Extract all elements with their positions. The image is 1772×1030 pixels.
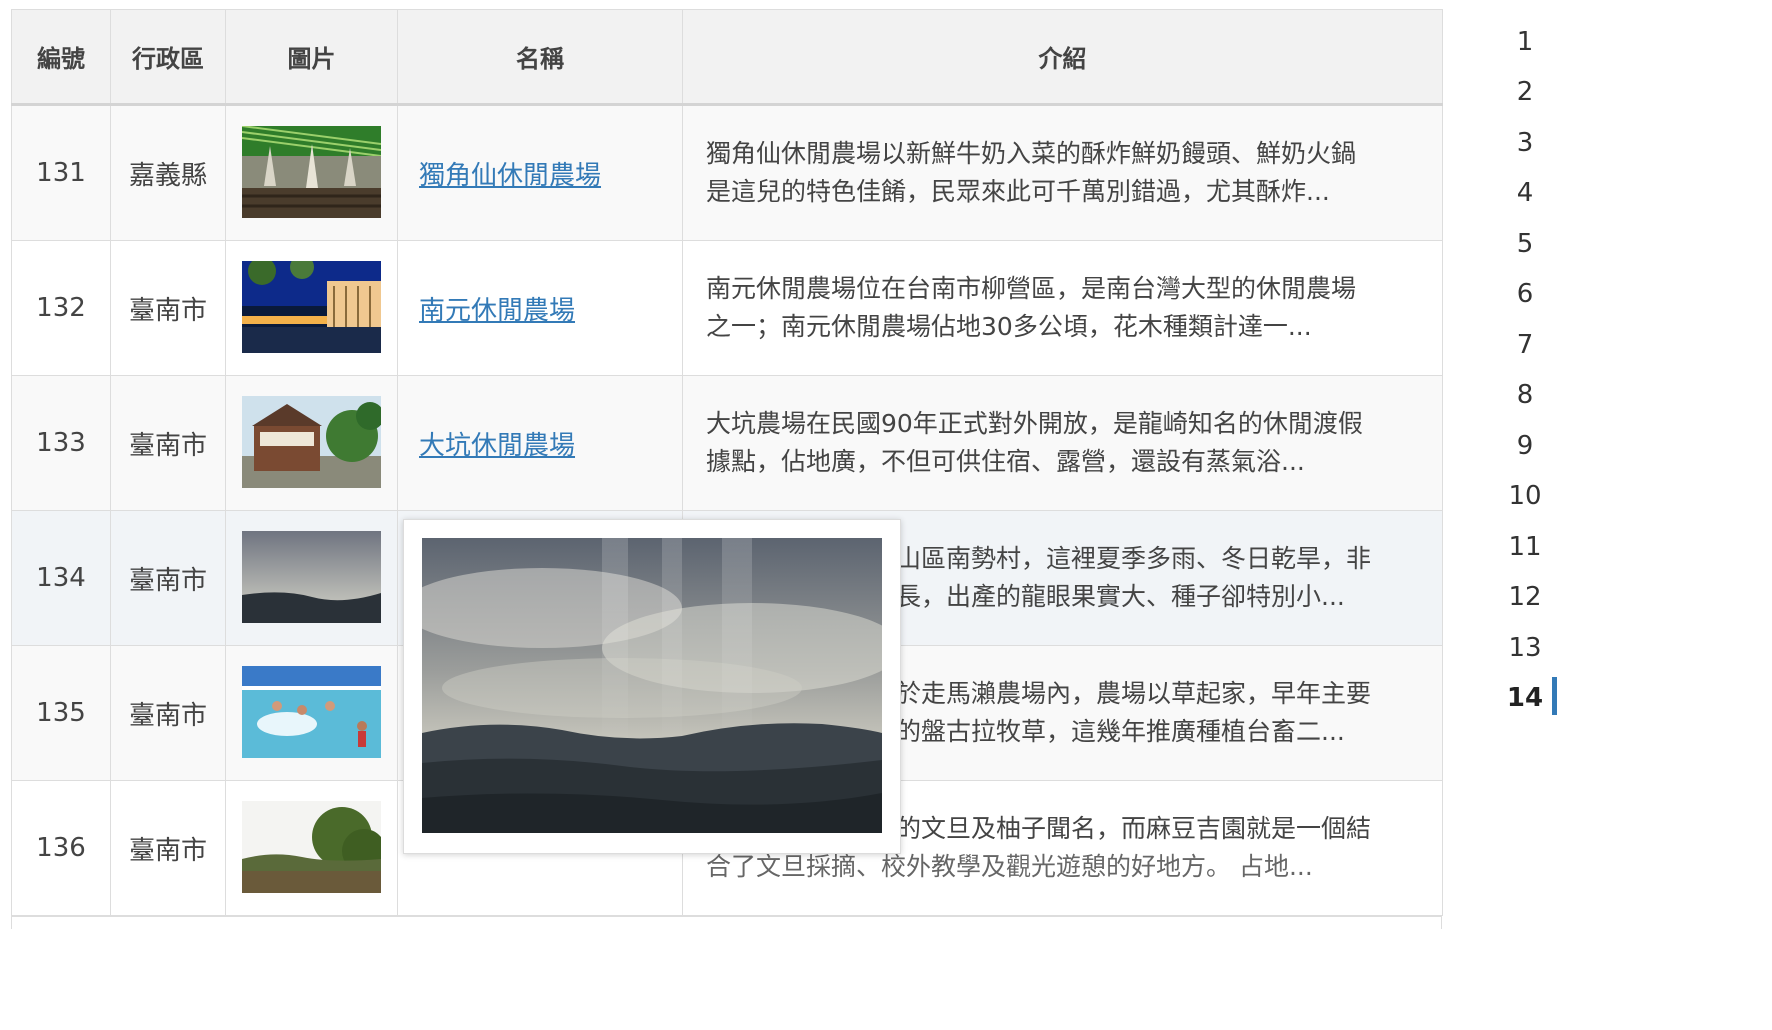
active-page-indicator [1552, 677, 1557, 715]
intro-line: 是這兒的特色佳餚，民眾來此可千萬別錯過，尤其酥炸... [706, 177, 1330, 206]
page-link[interactable]: 11 [1490, 525, 1560, 569]
page-link-active[interactable]: 14 [1490, 676, 1560, 720]
table-row: 132 臺南市 南元休閒農場 南元休閒農場位在台南市柳營區，是南台灣大型的休閒農… [11, 240, 1443, 376]
page-link[interactable]: 4 [1490, 171, 1560, 215]
farm-name-link[interactable]: 南元休閒農場 [419, 296, 575, 326]
row-picture-cell [225, 510, 398, 646]
farm-name-link[interactable]: 獨角仙休閒農場 [419, 161, 601, 191]
intro-line: 之一；南元休閒農場佔地30多公頃，花木種類計達一... [706, 312, 1312, 341]
row-id: 131 [11, 104, 111, 241]
table-row: 133 臺南市 大坑休閒農場 大坑農場在民國90年正式對外開放，是龍崎知名的休閒… [11, 375, 1443, 511]
page-link[interactable]: 6 [1490, 272, 1560, 316]
row-picture-cell [225, 780, 398, 916]
page-link[interactable]: 7 [1490, 323, 1560, 367]
table-row: 131 嘉義縣 獨角仙休閒農場 獨角仙休閒農場以新鮮牛奶入菜的酥炸鮮奶饅頭、鮮奶… [11, 104, 1443, 241]
row-area: 臺南市 [110, 375, 226, 511]
row-id: 132 [11, 240, 111, 376]
row-area: 臺南市 [110, 240, 226, 376]
farm-thumbnail[interactable] [242, 261, 381, 353]
page-link[interactable]: 9 [1490, 424, 1560, 468]
row-picture-cell [225, 375, 398, 511]
row-intro: 獨角仙休閒農場以新鮮牛奶入菜的酥炸鮮奶饅頭、鮮奶火鍋 是這兒的特色佳餚，民眾來此… [682, 104, 1443, 241]
intro-line: 大坑農場在民國90年正式對外開放，是龍崎知名的休閒渡假 [706, 409, 1363, 438]
header-picture[interactable]: 圖片 [225, 9, 398, 106]
header-intro[interactable]: 介紹 [682, 9, 1443, 106]
intro-line: 據點，佔地廣，不但可供住宿、露營，還設有蒸氣浴... [706, 447, 1305, 476]
row-id: 133 [11, 375, 111, 511]
row-intro: 南元休閒農場位在台南市柳營區，是南台灣大型的休閒農場 之一；南元休閒農場佔地30… [682, 240, 1443, 376]
row-area: 嘉義縣 [110, 104, 226, 241]
intro-line: 獨角仙休閒農場以新鮮牛奶入菜的酥炸鮮奶饅頭、鮮奶火鍋 [706, 139, 1357, 168]
page-link[interactable]: 1 [1490, 20, 1560, 64]
page-link[interactable]: 3 [1490, 121, 1560, 165]
row-id: 136 [11, 780, 111, 916]
row-intro: 大坑農場在民國90年正式對外開放，是龍崎知名的休閒渡假 據點，佔地廣，不但可供住… [682, 375, 1443, 511]
header-id[interactable]: 編號 [11, 9, 111, 106]
farm-name-link[interactable]: 大坑休閒農場 [419, 431, 575, 461]
row-picture-cell [225, 240, 398, 376]
farm-thumbnail[interactable] [242, 801, 381, 893]
table-continuation [11, 916, 1442, 929]
page-link[interactable]: 13 [1490, 626, 1560, 670]
page-link[interactable]: 5 [1490, 222, 1560, 266]
row-name-cell: 大坑休閒農場 [397, 375, 683, 511]
page-link[interactable]: 8 [1490, 373, 1560, 417]
image-preview-popup [403, 519, 901, 854]
row-name-cell: 南元休閒農場 [397, 240, 683, 376]
row-picture-cell [225, 645, 398, 781]
farm-thumbnail[interactable] [242, 126, 381, 218]
header-name[interactable]: 名稱 [397, 9, 683, 106]
page-link[interactable]: 2 [1490, 70, 1560, 114]
farm-thumbnail[interactable] [242, 396, 381, 488]
farm-thumbnail[interactable] [242, 666, 381, 758]
row-id: 135 [11, 645, 111, 781]
row-area: 臺南市 [110, 780, 226, 916]
table-header-row: 編號 行政區 圖片 名稱 介紹 [11, 9, 1443, 106]
row-id: 134 [11, 510, 111, 646]
header-area[interactable]: 行政區 [110, 9, 226, 106]
row-area: 臺南市 [110, 510, 226, 646]
preview-image [422, 538, 882, 833]
row-area: 臺南市 [110, 645, 226, 781]
row-picture-cell [225, 104, 398, 241]
intro-line: 南元休閒農場位在台南市柳營區，是南台灣大型的休閒農場 [706, 274, 1357, 303]
row-name-cell: 獨角仙休閒農場 [397, 104, 683, 241]
page-link[interactable]: 10 [1490, 474, 1560, 518]
page-link[interactable]: 12 [1490, 575, 1560, 619]
farm-thumbnail[interactable] [242, 531, 381, 623]
